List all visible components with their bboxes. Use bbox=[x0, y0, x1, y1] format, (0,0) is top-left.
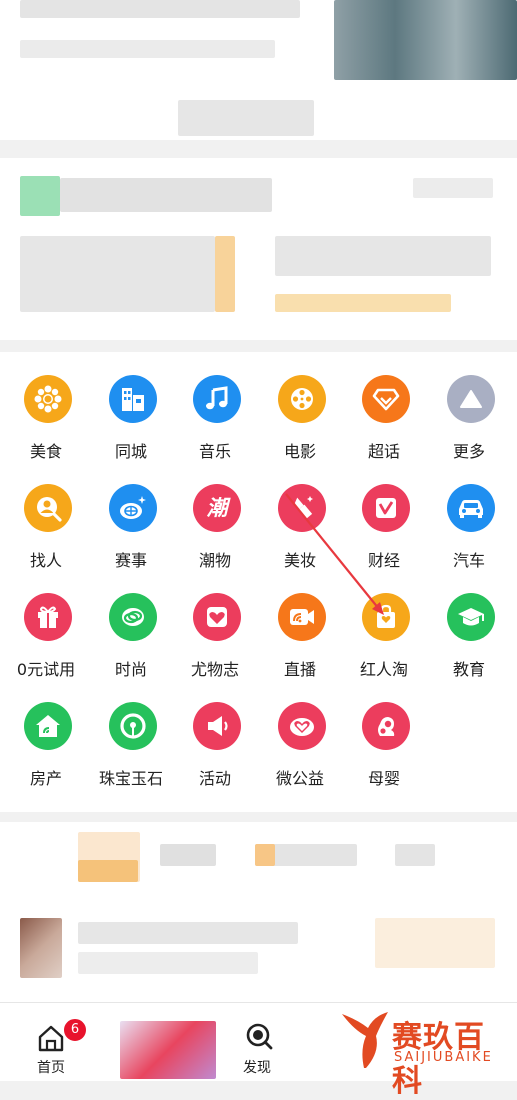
blurred-text-line bbox=[178, 100, 314, 136]
tab-home[interactable]: 6 首页 bbox=[16, 1003, 88, 1081]
blurred-tag bbox=[215, 236, 235, 312]
blurred-text-line bbox=[20, 40, 275, 58]
tab-discover-label: 发现 bbox=[243, 1060, 271, 1076]
blurred-feed-card bbox=[0, 822, 517, 1002]
tab-discover[interactable]: 发现 bbox=[222, 1003, 292, 1081]
blurred-text-line bbox=[275, 236, 491, 276]
feature-grid: 美食 同城 音乐 电影 超话 更多 找人 赛事 潮 潮物 美妆 财经 汽车 0元… bbox=[0, 352, 517, 812]
blurred-tab-icon bbox=[120, 1021, 216, 1079]
blurred-tag bbox=[255, 844, 275, 866]
whale-tail-logo-icon bbox=[342, 1012, 388, 1068]
blurred-thumbnail bbox=[334, 0, 517, 80]
annotation-arrow bbox=[285, 493, 384, 615]
blurred-text-line bbox=[20, 0, 300, 18]
blurred-text-line bbox=[413, 178, 493, 198]
blurred-tag bbox=[78, 860, 138, 882]
blurred-badge bbox=[20, 176, 60, 216]
blurred-text-line bbox=[20, 236, 215, 312]
blurred-topics-card bbox=[0, 158, 517, 340]
blurred-tag bbox=[275, 294, 451, 312]
blurred-text-line bbox=[160, 844, 216, 866]
notification-badge: 6 bbox=[62, 1017, 88, 1043]
tab-home-label: 首页 bbox=[37, 1060, 65, 1076]
discover-search-icon bbox=[246, 1023, 273, 1050]
blurred-text-line bbox=[395, 844, 435, 866]
watermark-sub: SAIJIUBAIKE bbox=[394, 1050, 493, 1065]
watermark-logo: 赛玖百科 SAIJIUBAIKE bbox=[334, 1008, 510, 1099]
blurred-text-line bbox=[78, 952, 258, 974]
blurred-text-line bbox=[78, 922, 298, 944]
blurred-tag bbox=[375, 918, 495, 968]
blurred-avatar bbox=[20, 918, 62, 978]
blurred-text-line bbox=[60, 178, 272, 212]
top-feed-card bbox=[0, 0, 517, 140]
